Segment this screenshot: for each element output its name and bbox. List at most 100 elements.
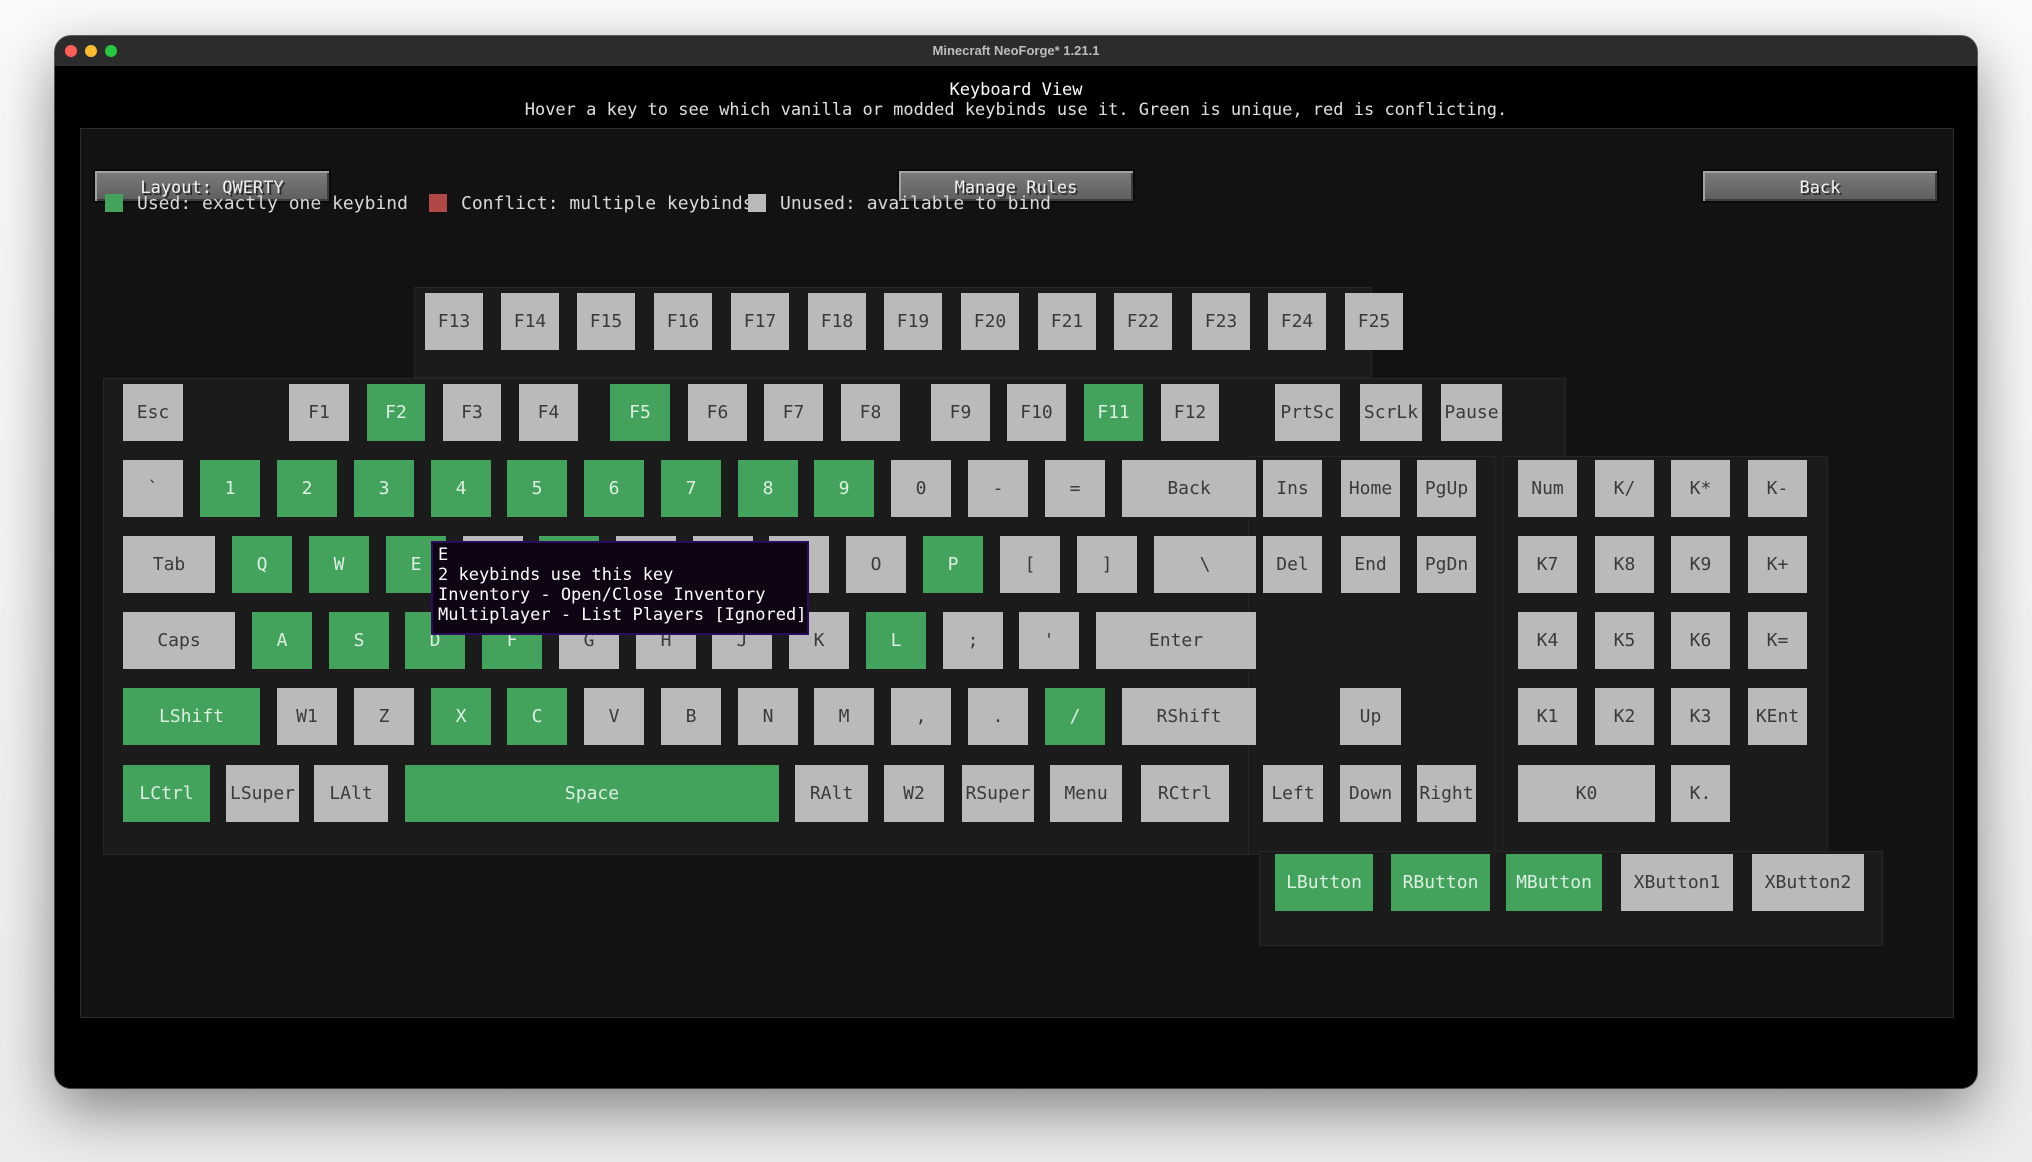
key-k7[interactable]: K7 xyxy=(1518,536,1577,593)
key-comma[interactable]: , xyxy=(891,688,951,745)
key-rbutton[interactable]: RButton xyxy=(1391,854,1490,911)
key-f5[interactable]: F5 xyxy=(610,384,670,441)
key-f2[interactable]: F2 xyxy=(367,384,425,441)
key-xbutton1[interactable]: XButton1 xyxy=(1621,854,1733,911)
key-rsuper[interactable]: RSuper xyxy=(962,765,1034,822)
key-3[interactable]: 3 xyxy=(354,460,414,517)
key-up[interactable]: Up xyxy=(1340,688,1401,745)
key-scrlk[interactable]: ScrLk xyxy=(1360,384,1422,441)
key-kadd[interactable]: K+ xyxy=(1748,536,1807,593)
key-esc[interactable]: Esc xyxy=(123,384,183,441)
key-f3[interactable]: F3 xyxy=(443,384,501,441)
key-f7[interactable]: F7 xyxy=(764,384,823,441)
key-z[interactable]: Z xyxy=(354,688,414,745)
key-rctrl[interactable]: RCtrl xyxy=(1141,765,1229,822)
key-period[interactable]: . xyxy=(968,688,1028,745)
key-menu[interactable]: Menu xyxy=(1050,765,1122,822)
key-f19[interactable]: F19 xyxy=(884,293,942,350)
key-equals[interactable]: = xyxy=(1045,460,1105,517)
back-button[interactable]: Back xyxy=(1701,169,1939,203)
key-prtsc[interactable]: PrtSc xyxy=(1275,384,1340,441)
key-k5[interactable]: K5 xyxy=(1595,612,1654,669)
key-f21[interactable]: F21 xyxy=(1038,293,1096,350)
key-c[interactable]: C xyxy=(507,688,567,745)
key-f16[interactable]: F16 xyxy=(654,293,712,350)
key-enter[interactable]: Enter xyxy=(1096,612,1256,669)
key-backspace[interactable]: Back xyxy=(1122,460,1256,517)
key-f9[interactable]: F9 xyxy=(931,384,990,441)
key-f14[interactable]: F14 xyxy=(501,293,559,350)
key-home[interactable]: Home xyxy=(1341,460,1400,517)
key-a[interactable]: A xyxy=(252,612,312,669)
key-f4[interactable]: F4 xyxy=(519,384,578,441)
key-kdec[interactable]: K. xyxy=(1671,765,1730,822)
key-9[interactable]: 9 xyxy=(814,460,874,517)
key-2[interactable]: 2 xyxy=(277,460,337,517)
key-tab[interactable]: Tab xyxy=(123,536,215,593)
key-f25[interactable]: F25 xyxy=(1345,293,1403,350)
key-n[interactable]: N xyxy=(738,688,798,745)
key-mbutton[interactable]: MButton xyxy=(1506,854,1602,911)
key-f24[interactable]: F24 xyxy=(1268,293,1326,350)
key-kdiv[interactable]: K/ xyxy=(1595,460,1654,517)
key-w2[interactable]: W2 xyxy=(884,765,944,822)
key-down[interactable]: Down xyxy=(1340,765,1401,822)
key-l[interactable]: L xyxy=(866,612,926,669)
key-w1[interactable]: W1 xyxy=(277,688,337,745)
key-f18[interactable]: F18 xyxy=(808,293,866,350)
key-rshift[interactable]: RShift xyxy=(1122,688,1256,745)
key-ksub[interactable]: K- xyxy=(1748,460,1807,517)
key-backslash[interactable]: \ xyxy=(1154,536,1256,593)
key-caps[interactable]: Caps xyxy=(123,612,235,669)
key-lbracket[interactable]: [ xyxy=(1000,536,1060,593)
key-f12[interactable]: F12 xyxy=(1161,384,1219,441)
key-kent[interactable]: KEnt xyxy=(1748,688,1807,745)
key-f20[interactable]: F20 xyxy=(961,293,1019,350)
key-k3[interactable]: K3 xyxy=(1671,688,1730,745)
key-f11[interactable]: F11 xyxy=(1084,384,1143,441)
key-numlock[interactable]: Num xyxy=(1518,460,1577,517)
key-0[interactable]: 0 xyxy=(891,460,951,517)
key-pause[interactable]: Pause xyxy=(1441,384,1502,441)
key-f10[interactable]: F10 xyxy=(1007,384,1066,441)
key-k6[interactable]: K6 xyxy=(1671,612,1730,669)
key-k2[interactable]: K2 xyxy=(1595,688,1654,745)
key-k0[interactable]: K0 xyxy=(1518,765,1655,822)
key-lctrl[interactable]: LCtrl xyxy=(123,765,210,822)
key-f13[interactable]: F13 xyxy=(425,293,483,350)
key-pgdn[interactable]: PgDn xyxy=(1417,536,1476,593)
key-ralt[interactable]: RAlt xyxy=(795,765,868,822)
key-grave[interactable]: ` xyxy=(123,460,183,517)
key-end[interactable]: End xyxy=(1341,536,1400,593)
key-semicolon[interactable]: ; xyxy=(943,612,1003,669)
key-1[interactable]: 1 xyxy=(200,460,260,517)
key-lshift[interactable]: LShift xyxy=(123,688,260,745)
key-kmul[interactable]: K* xyxy=(1671,460,1730,517)
key-v[interactable]: V xyxy=(584,688,644,745)
key-f1[interactable]: F1 xyxy=(289,384,349,441)
key-k4[interactable]: K4 xyxy=(1518,612,1577,669)
key-lbutton[interactable]: LButton xyxy=(1275,854,1373,911)
key-xbutton2[interactable]: XButton2 xyxy=(1752,854,1864,911)
key-6[interactable]: 6 xyxy=(584,460,644,517)
key-apostrophe[interactable]: ' xyxy=(1019,612,1079,669)
key-k1[interactable]: K1 xyxy=(1518,688,1577,745)
key-f23[interactable]: F23 xyxy=(1192,293,1250,350)
key-lsuper[interactable]: LSuper xyxy=(226,765,299,822)
key-lalt[interactable]: LAlt xyxy=(314,765,388,822)
key-p[interactable]: P xyxy=(923,536,983,593)
key-space[interactable]: Space xyxy=(405,765,779,822)
key-k9[interactable]: K9 xyxy=(1671,536,1730,593)
key-w[interactable]: W xyxy=(309,536,369,593)
key-x[interactable]: X xyxy=(431,688,491,745)
key-f22[interactable]: F22 xyxy=(1114,293,1172,350)
key-right[interactable]: Right xyxy=(1417,765,1476,822)
key-pgup[interactable]: PgUp xyxy=(1417,460,1476,517)
key-f15[interactable]: F15 xyxy=(577,293,635,350)
key-f17[interactable]: F17 xyxy=(731,293,789,350)
key-del[interactable]: Del xyxy=(1263,536,1322,593)
key-5[interactable]: 5 xyxy=(507,460,567,517)
key-slash[interactable]: / xyxy=(1045,688,1105,745)
key-o[interactable]: O xyxy=(846,536,906,593)
key-f8[interactable]: F8 xyxy=(841,384,900,441)
